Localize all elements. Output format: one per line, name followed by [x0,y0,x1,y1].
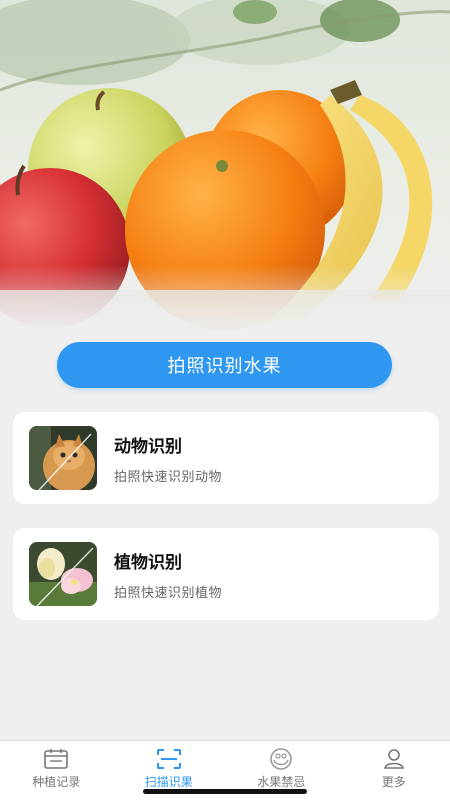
animal-identify-card[interactable]: 动物识别 拍照快速识别动物 [13,412,439,504]
tab-planting-record[interactable]: 种植记录 [0,741,113,800]
tab-label: 更多 [381,775,406,789]
calendar-icon [44,749,69,769]
fruit-bowl-icon [270,748,293,770]
cat-thumbnail [29,426,97,490]
scan-icon [156,749,181,769]
card-subtitle: 拍照快速识别植物 [114,585,223,601]
home-indicator[interactable] [143,789,307,794]
card-subtitle: 拍照快速识别动物 [114,469,223,485]
tab-more[interactable]: 更多 [338,741,450,800]
card-title: 植物识别 [114,552,182,573]
card-title: 动物识别 [114,436,182,457]
tab-label: 种植记录 [32,775,81,789]
hero-fruit-image [0,0,450,335]
tab-label: 水果禁忌 [257,775,306,789]
plant-identify-card[interactable]: 植物识别 拍照快速识别植物 [13,528,439,620]
flower-thumbnail [29,542,97,606]
person-icon [383,749,404,769]
tab-label: 扫描识果 [144,775,193,789]
photo-identify-fruit-button[interactable]: 拍照识别水果 [57,342,392,388]
